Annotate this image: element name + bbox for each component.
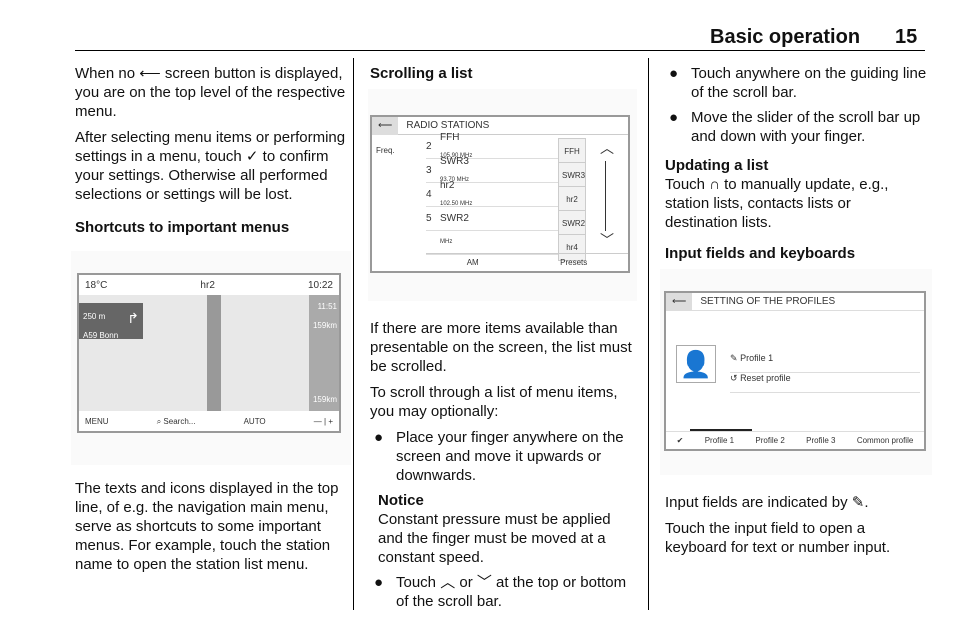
station-list: 2 FFH 105.90 MHz FFH 3 SWR3 93.70 MHz SWR3 4… (426, 132, 586, 261)
bullet: ● Touch ︿ or ﹀ at the top or bottom of th… (370, 573, 635, 611)
reset-profile-button[interactable]: ↺ Reset profile (730, 369, 920, 393)
bullet-text: Place your finger anywhere on the screen… (396, 429, 624, 484)
paragraph: Touch the input field to open a keyboard… (665, 520, 891, 556)
scroll-bar[interactable] (605, 161, 606, 231)
station-row[interactable]: 4 hr2 102.50 MHz hr2 (426, 180, 586, 213)
presets-tab[interactable]: Presets (560, 253, 587, 271)
station-name: SWR3 (440, 155, 469, 167)
notice-heading: Notice (378, 492, 424, 509)
paragraph: If there are more items available than p… (370, 320, 632, 375)
station-name: hr2 (440, 179, 455, 191)
column-divider (648, 58, 649, 610)
column-1: When no ⟵ screen button is displayed, yo… (71, 64, 351, 581)
scroll-down-icon[interactable]: ﹀ (600, 231, 614, 250)
bullet-text: Move the slider of the scroll bar up and… (691, 109, 921, 145)
confirm-check-icon[interactable]: ✔ (677, 431, 684, 449)
station-row[interactable]: 5 SWR2 SWR2 (426, 207, 586, 237)
bullet-text: Touch ︿ or ﹀ at the top or bottom of the… (396, 574, 627, 610)
station-number: 5 (426, 213, 432, 224)
notice-text: Constant pressure must be applied and th… (378, 511, 611, 566)
paragraph: To scroll through a list of menu items, … (370, 384, 618, 420)
column-divider (353, 58, 354, 610)
back-arrow-icon[interactable]: ⟵ (372, 117, 399, 135)
paragraph: Touch ∩ to manually update, e.g., statio… (665, 176, 889, 231)
bullet: ● Move the slider of the scroll bar up an… (665, 108, 927, 146)
turn-instruction: 250 m A59 Bonn ↱ (79, 303, 143, 340)
auto-zoom-button[interactable]: AUTO (244, 412, 266, 431)
tab-common-profile[interactable]: Common profile (857, 431, 913, 449)
radio-screen-figure: ⟵ RADIO STATIONS Freq. 2 FFH 105.90 MHz F… (368, 89, 637, 301)
heading-input-fields: Input fields and keyboards (665, 245, 856, 262)
am-tab[interactable]: AM (467, 253, 479, 271)
paragraph: After selecting menu items or performing… (75, 129, 346, 203)
freq-button[interactable]: Freq. (376, 141, 395, 160)
column-3: ● Touch anywhere on the guiding line of t… (660, 64, 932, 564)
station-frequency: MHz (440, 239, 453, 245)
heading-updating: Updating a list (665, 157, 769, 174)
route-bar: 11:51 159km 159km (309, 295, 339, 413)
bullet-text: Touch anywhere on the guiding line of th… (691, 65, 927, 101)
station-name[interactable]: hr2 (200, 276, 214, 295)
heading-scrolling: Scrolling a list (370, 65, 473, 82)
zoom-buttons[interactable]: — | + (314, 412, 333, 431)
paragraph: Input fields are indicated by ✎. (665, 494, 869, 511)
road-name: A59 Bonn (83, 331, 119, 340)
station-name: SWR2 (440, 213, 469, 224)
distance-bottom: 159km (312, 395, 337, 404)
radio-screen: ⟵ RADIO STATIONS Freq. 2 FFH 105.90 MHz F… (370, 115, 630, 273)
section-title: Basic operation (710, 26, 861, 48)
clock: 10:22 (307, 279, 333, 291)
bullet: ● Place your finger anywhere on the scree… (370, 428, 635, 485)
paragraph: When no ⟵ screen button is displayed, yo… (75, 65, 346, 120)
station-row[interactable]: MHz hr4 (426, 231, 586, 261)
distance-remaining: 159km (312, 321, 337, 330)
station-number: 3 (426, 165, 432, 176)
tab-profile-2[interactable]: Profile 2 (755, 431, 784, 449)
menu-button[interactable]: MENU (85, 412, 109, 431)
nav-screen: 18°C hr2 10:22 250 m A59 Bonn ↱ 11:51 15… (77, 273, 341, 433)
station-name: FFH (440, 131, 460, 143)
profiles-screen: ⟵ SETTING OF THE PROFILES 👤 ✎ Profile 1 … (664, 291, 926, 451)
column-2: Scrolling a list ⟵ RADIO STATIONS Freq. … (368, 64, 637, 617)
header-rule (75, 50, 925, 51)
tab-profile-1[interactable]: Profile 1 (705, 431, 734, 449)
station-number: 4 (426, 189, 432, 200)
profile-avatar-icon[interactable]: 👤 (676, 345, 716, 383)
page-number: 15 (895, 26, 918, 48)
screen-title: SETTING OF THE PROFILES (700, 296, 836, 307)
reset-icon: ↺ (730, 373, 738, 383)
paragraph: The texts and icons displayed in the top… (75, 480, 339, 573)
profiles-screen-figure: ⟵ SETTING OF THE PROFILES 👤 ✎ Profile 1 … (660, 269, 932, 475)
heading-shortcuts: Shortcuts to important menus (75, 219, 290, 236)
nav-screen-figure: 18°C hr2 10:22 250 m A59 Bonn ↱ 11:51 15… (71, 251, 351, 465)
search-button[interactable]: ⌕ Search... (157, 412, 196, 431)
back-arrow-icon[interactable]: ⟵ (666, 293, 693, 311)
search-icon: ⌕ (156, 416, 162, 426)
tab-profile-3[interactable]: Profile 3 (806, 431, 835, 449)
eta: 11:51 (317, 302, 337, 311)
pencil-icon: ✎ (730, 353, 738, 363)
scroll-up-icon[interactable]: ︿ (600, 139, 614, 158)
station-number: 2 (426, 141, 432, 152)
bullet: ● Touch anywhere on the guiding line of t… (669, 65, 927, 101)
road (207, 295, 221, 413)
temperature[interactable]: 18°C (85, 276, 107, 295)
turn-right-icon: ↱ (127, 310, 139, 326)
